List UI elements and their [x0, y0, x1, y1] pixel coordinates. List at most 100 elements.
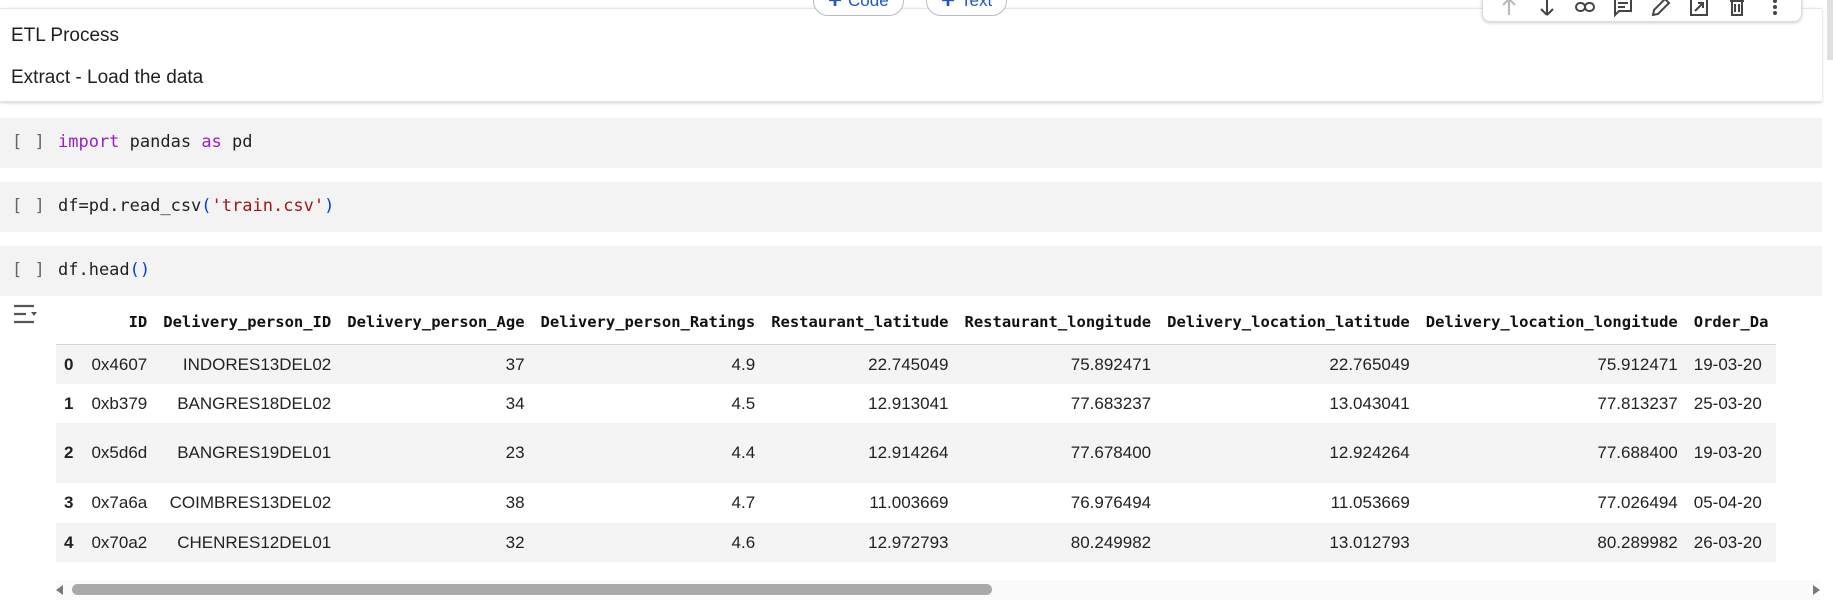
- table-cell: 26-03-20: [1685, 523, 1777, 562]
- table-cell: 19-03-20: [1685, 344, 1777, 384]
- code-token: df.head: [58, 260, 130, 280]
- code-cell[interactable]: [ ] df.head(): [0, 246, 1822, 296]
- table-cell: 0x5d6d: [83, 423, 156, 483]
- page-scrollbar[interactable]: [1827, 0, 1833, 60]
- row-index: 2: [56, 423, 84, 483]
- code-editor[interactable]: df.head(): [58, 260, 150, 280]
- markdown-subheading: Extract - Load the data: [11, 67, 204, 88]
- dataframe-output: ID Delivery_person_ID Delivery_person_Ag…: [56, 300, 1833, 565]
- table-row: 3 0x7a6a COIMBRES13DEL02 38 4.7 11.00366…: [56, 483, 1777, 523]
- column-header: Delivery_location_latitude: [1159, 300, 1418, 345]
- table-cell: CHENRES12DEL01: [155, 523, 340, 562]
- edit-icon[interactable]: [1649, 0, 1673, 19]
- row-index: 0: [56, 344, 84, 384]
- table-cell: 75.892471: [956, 344, 1160, 384]
- output-horizontal-scrollbar[interactable]: [56, 580, 1820, 600]
- table-cell: 4.4: [532, 423, 764, 483]
- table-cell: 12.914264: [763, 423, 957, 483]
- scroll-right-icon[interactable]: [1813, 585, 1820, 595]
- table-cell: 77.026494: [1417, 483, 1686, 523]
- table-row: 1 0xb379 BANGRES18DEL02 34 4.5 12.913041…: [56, 384, 1777, 423]
- delete-icon[interactable]: [1725, 0, 1749, 19]
- table-cell: 32: [339, 523, 533, 562]
- table-cell: 4.6: [532, 523, 764, 562]
- code-token: ): [324, 196, 335, 216]
- add-code-button[interactable]: + Code: [813, 0, 904, 16]
- output-actions-icon[interactable]: [12, 303, 40, 325]
- code-token: (): [129, 260, 151, 280]
- arrow-up-icon[interactable]: [1497, 0, 1521, 19]
- table-cell: 19-03-20: [1685, 423, 1777, 483]
- code-token: 'train.csv': [211, 196, 325, 216]
- table-cell: COIMBRES13DEL02: [155, 483, 340, 523]
- table-row: 0 0x4607 INDORES13DEL02 37 4.9 22.745049…: [56, 344, 1777, 384]
- table-cell: 13.043041: [1159, 384, 1418, 423]
- table-cell: 11.053669: [1159, 483, 1418, 523]
- code-editor[interactable]: df=pd.read_csv('train.csv'): [58, 196, 334, 216]
- table-cell: 34: [339, 384, 533, 423]
- row-index: 4: [56, 523, 84, 562]
- table-cell: 23: [339, 423, 533, 483]
- table-cell: 77.683237: [956, 384, 1160, 423]
- row-index: 1: [56, 384, 84, 423]
- run-cell-button[interactable]: [ ]: [12, 196, 46, 216]
- code-token: pd: [221, 132, 253, 152]
- table-cell: 77.688400: [1417, 423, 1686, 483]
- code-token: as: [201, 132, 222, 152]
- table-cell: BANGRES18DEL02: [155, 384, 340, 423]
- mirror-cell-icon[interactable]: [1687, 0, 1711, 19]
- add-text-label: Text: [961, 0, 993, 10]
- dataframe-table: ID Delivery_person_ID Delivery_person_Ag…: [56, 300, 1777, 562]
- table-cell: 4.5: [532, 384, 764, 423]
- table-cell: 22.765049: [1159, 344, 1418, 384]
- table-cell: 0xb379: [83, 384, 156, 423]
- more-vert-icon[interactable]: [1763, 0, 1787, 19]
- table-cell: 4.7: [532, 483, 764, 523]
- scrollbar-thumb[interactable]: [72, 584, 992, 595]
- table-cell: 12.924264: [1159, 423, 1418, 483]
- table-cell: 76.976494: [956, 483, 1160, 523]
- table-cell: 12.913041: [763, 384, 957, 423]
- code-editor[interactable]: import pandas as pd: [58, 132, 253, 152]
- table-cell: 77.678400: [956, 423, 1160, 483]
- column-header: Order_Da: [1685, 300, 1777, 345]
- code-token: df=pd.read_csv: [58, 196, 202, 216]
- arrow-down-icon[interactable]: [1535, 0, 1559, 19]
- table-cell: 25-03-20: [1685, 384, 1777, 423]
- scroll-left-icon[interactable]: [56, 585, 63, 595]
- add-text-button[interactable]: + Text: [926, 0, 1008, 16]
- table-cell: 80.289982: [1417, 523, 1686, 562]
- cell-toolbar: [1482, 0, 1802, 22]
- column-header: [56, 300, 84, 345]
- column-header: Delivery_person_Age: [339, 300, 533, 345]
- table-cell: INDORES13DEL02: [155, 344, 340, 384]
- run-cell-button[interactable]: [ ]: [12, 260, 46, 280]
- table-cell: 22.745049: [763, 344, 957, 384]
- code-token: import: [58, 132, 120, 152]
- table-row: 4 0x70a2 CHENRES12DEL01 32 4.6 12.972793…: [56, 523, 1777, 562]
- table-cell: 05-04-20: [1685, 483, 1777, 523]
- table-cell: 0x7a6a: [83, 483, 156, 523]
- table-cell: 37: [339, 344, 533, 384]
- table-cell: 11.003669: [763, 483, 957, 523]
- link-icon[interactable]: [1573, 0, 1597, 19]
- comment-icon[interactable]: [1611, 0, 1635, 19]
- table-cell: 77.813237: [1417, 384, 1686, 423]
- table-cell: 0x70a2: [83, 523, 156, 562]
- plus-icon: +: [828, 0, 843, 14]
- code-token: (: [201, 196, 212, 216]
- table-cell: 13.012793: [1159, 523, 1418, 562]
- code-cell[interactable]: [ ] df=pd.read_csv('train.csv'): [0, 182, 1822, 232]
- column-header: Restaurant_latitude: [763, 300, 957, 345]
- table-header-row: ID Delivery_person_ID Delivery_person_Ag…: [56, 300, 1777, 345]
- table-cell: 4.9: [532, 344, 764, 384]
- markdown-cell[interactable]: ETL Process Extract - Load the data: [0, 8, 1822, 102]
- column-header: Delivery_person_ID: [155, 300, 340, 345]
- column-header: Delivery_location_longitude: [1417, 300, 1686, 345]
- plus-icon: +: [941, 0, 956, 14]
- table-cell: BANGRES19DEL01: [155, 423, 340, 483]
- run-cell-button[interactable]: [ ]: [12, 132, 46, 152]
- code-cell[interactable]: [ ] import pandas as pd: [0, 118, 1822, 168]
- table-row: 2 0x5d6d BANGRES19DEL01 23 4.4 12.914264…: [56, 423, 1777, 483]
- add-code-label: Code: [848, 0, 889, 10]
